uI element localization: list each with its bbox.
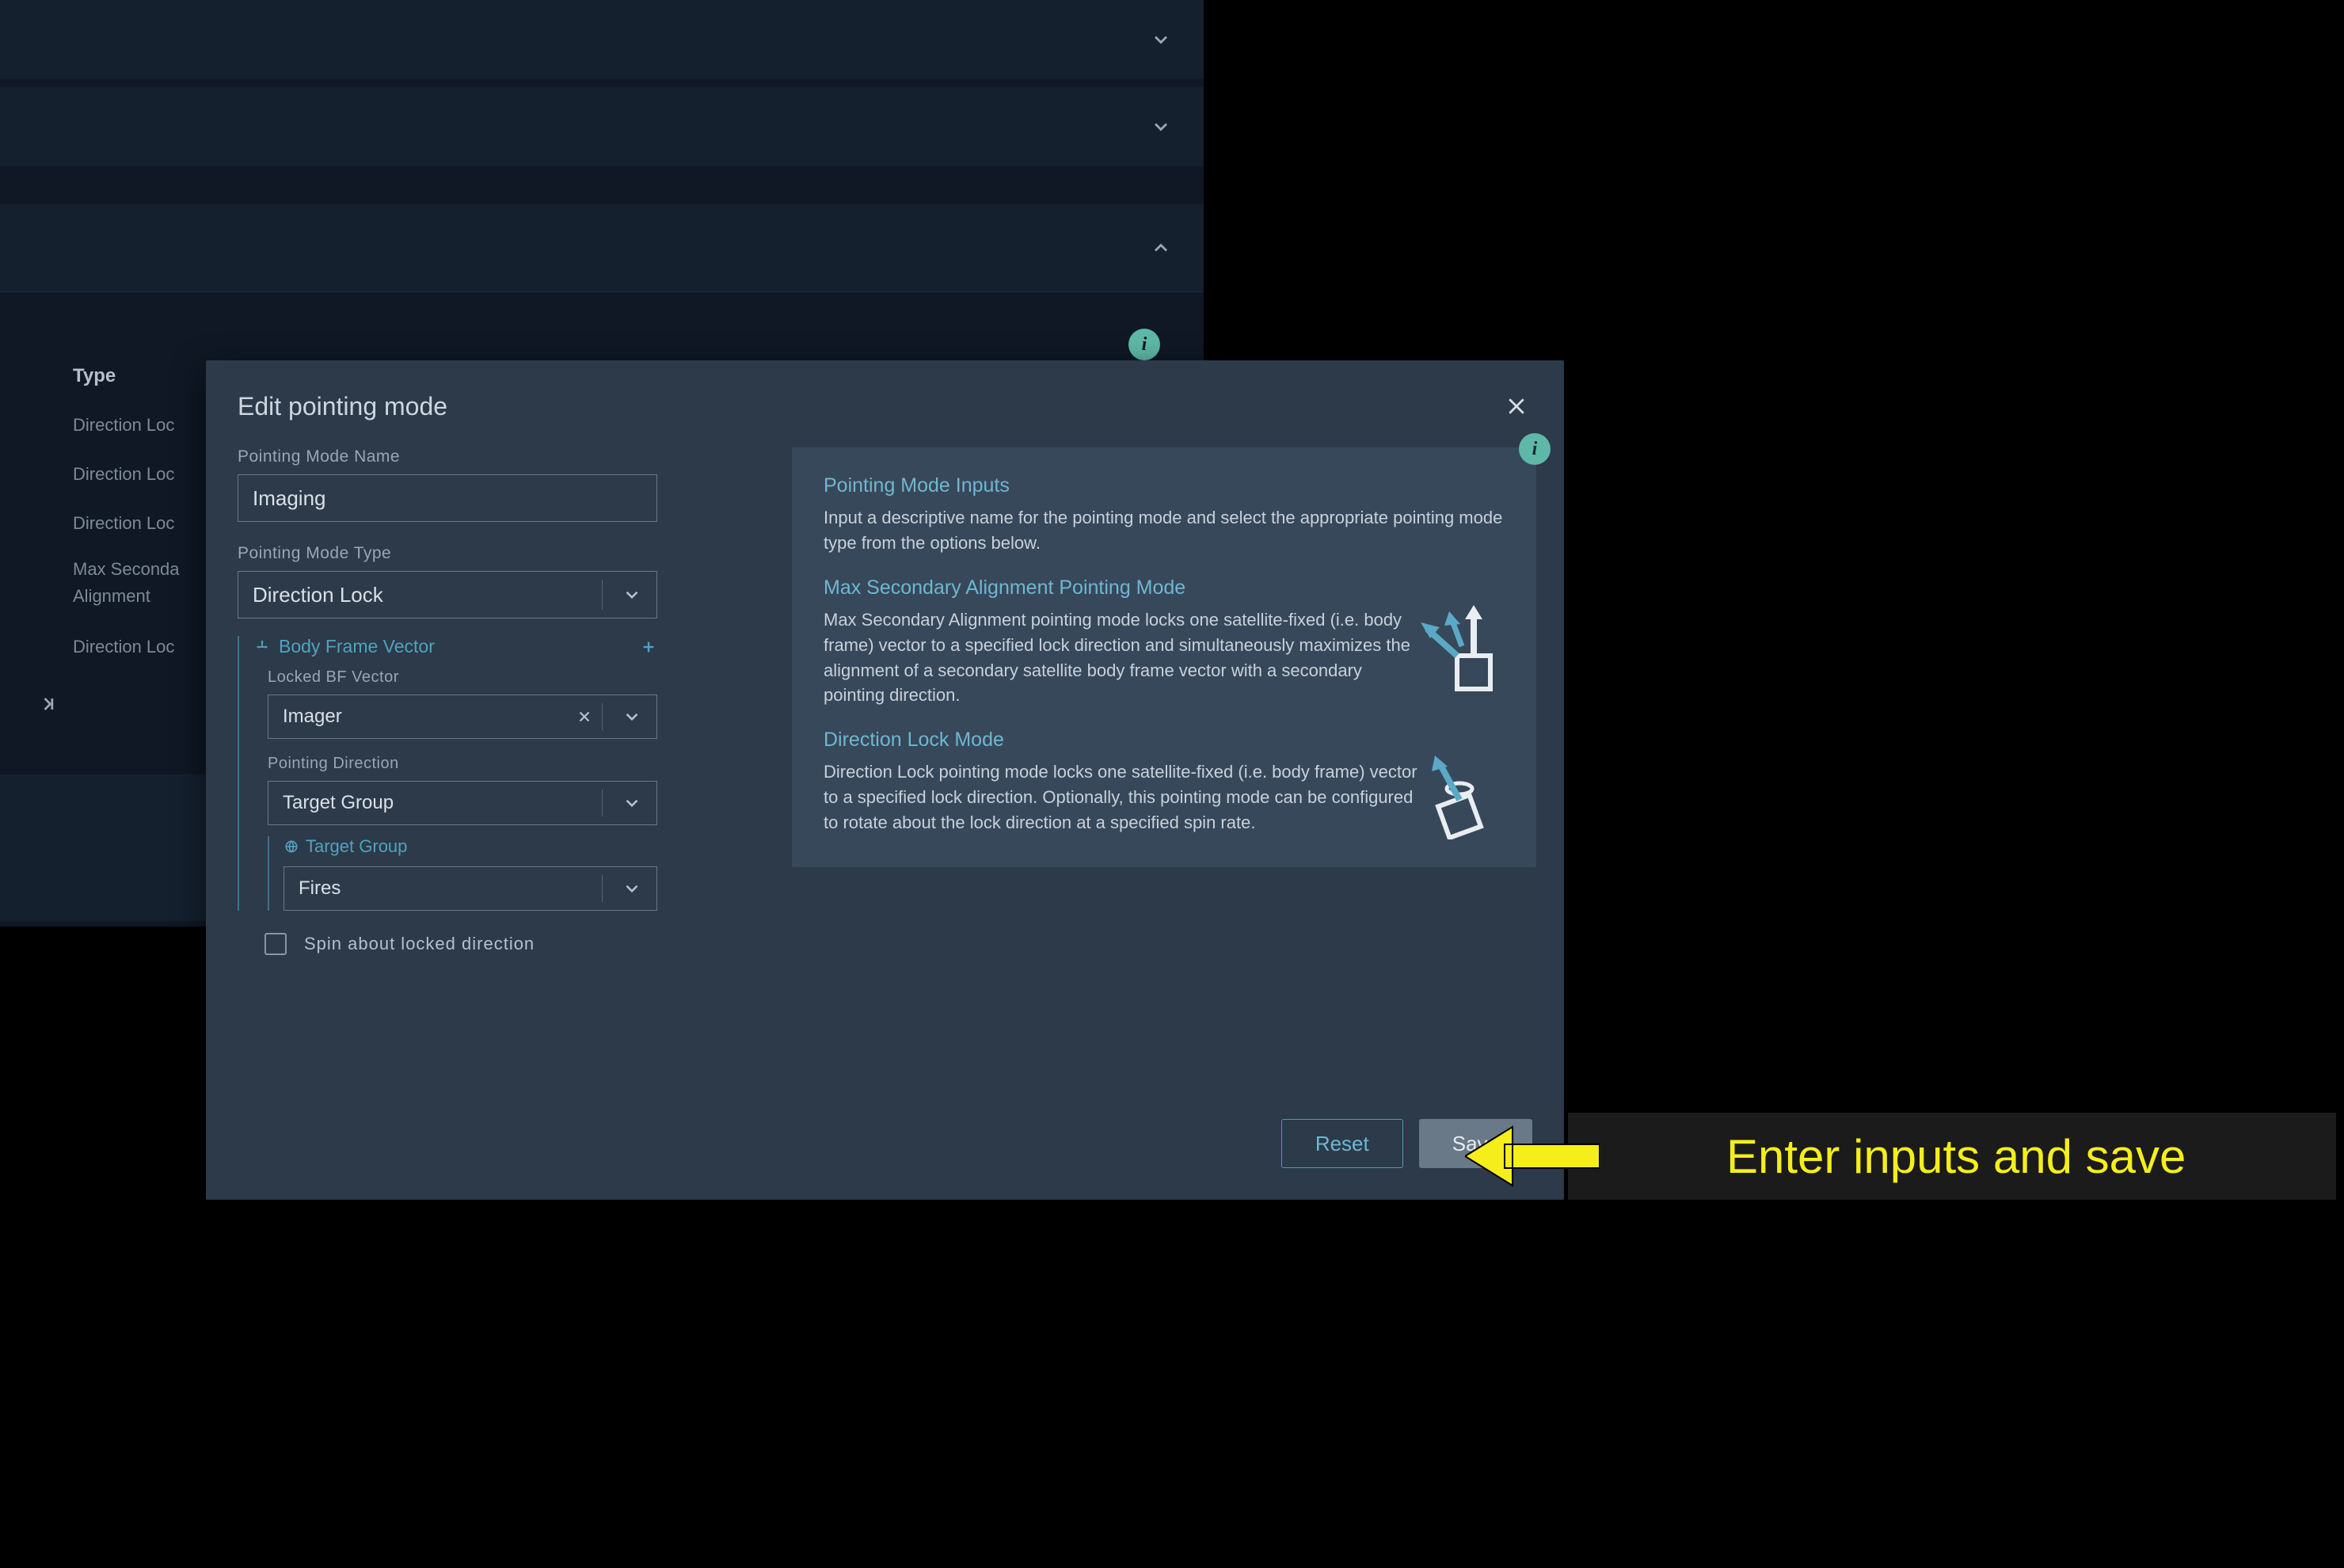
close-icon [1505,394,1528,422]
info-heading: Pointing Mode Inputs [824,474,1505,497]
divider [602,875,603,902]
info-panel: i Pointing Mode Inputs Input a descripti… [792,447,1536,867]
table-row[interactable]: Direction Loc [73,637,174,657]
table-row[interactable]: Max Seconda [73,559,180,580]
select-value: Imager [283,706,342,728]
pointing-mode-name-label: Pointing Mode Name [238,447,657,466]
info-icon[interactable]: i [1519,433,1551,465]
select-value: Target Group [283,792,394,814]
annotation-text: Enter inputs and save [1726,1129,2186,1184]
info-heading: Max Secondary Alignment Pointing Mode [824,577,1425,599]
info-paragraph: Input a descriptive name for the pointin… [824,505,1505,556]
table-row[interactable]: Direction Loc [73,464,174,485]
chevron-down-icon [622,878,642,899]
edit-pointing-mode-dialog: Edit pointing mode Pointing Mode Name Po… [206,360,1564,1200]
spin-checkbox-row: Spin about locked direction [264,933,657,955]
chevron-down-icon [622,584,642,605]
spin-checkbox-label: Spin about locked direction [304,934,535,954]
body-frame-vector-header: Body Frame Vector [253,636,657,657]
vector-icon [253,638,279,656]
direction-lock-illustration-icon [1402,744,1505,839]
bg-collapse-row-1[interactable] [0,0,1204,79]
divider [0,291,1204,292]
body-frame-vector-label: Body Frame Vector [279,636,435,657]
clear-selection-button[interactable] [576,708,593,725]
bg-collapse-row-2[interactable] [0,87,1204,166]
arrow-left-icon [1465,1121,1600,1192]
expand-rail-button[interactable] [0,664,95,744]
target-group-select[interactable]: Fires [283,866,657,911]
annotation-callout: Enter inputs and save [1568,1113,2336,1200]
locked-bf-vector-select[interactable]: Imager [268,695,657,739]
info-heading: Direction Lock Mode [824,729,1425,752]
close-button[interactable] [1501,392,1532,424]
select-value: Fires [299,877,341,900]
target-group-label: Target Group [306,836,407,857]
pointing-direction-label: Pointing Direction [268,755,657,773]
chevron-down-icon [1150,116,1172,138]
table-row[interactable]: Direction Loc [73,513,174,534]
pointing-mode-type-select[interactable]: Direction Lock [238,571,657,618]
reset-button[interactable]: Reset [1281,1119,1403,1168]
info-paragraph: Max Secondary Alignment pointing mode lo… [824,607,1425,709]
chevron-up-icon [1150,237,1172,259]
locked-bf-vector-label: Locked BF Vector [268,668,657,687]
dialog-title: Edit pointing mode [238,392,1532,421]
divider [602,580,603,610]
add-body-frame-vector-button[interactable] [640,638,657,656]
pointing-mode-name-input[interactable] [238,474,657,522]
divider [602,790,603,816]
info-paragraph: Direction Lock pointing mode locks one s… [824,759,1425,835]
chevron-down-icon [622,706,642,727]
bg-expanded-row[interactable] [0,204,1204,291]
pointing-mode-type-label: Pointing Mode Type [238,544,657,563]
max-secondary-alignment-illustration-icon [1402,600,1505,695]
chevron-down-icon [1150,29,1172,51]
form-column: Pointing Mode Name Pointing Mode Type Di… [238,447,657,955]
divider [602,703,603,730]
target-group-header: Target Group [283,836,657,857]
spin-checkbox[interactable] [264,933,287,955]
pointing-direction-select[interactable]: Target Group [268,781,657,825]
info-icon[interactable]: i [1128,329,1160,360]
chevron-down-icon [622,793,642,813]
table-header-type: Type [73,365,116,387]
table-row[interactable]: Direction Loc [73,415,174,436]
select-value: Direction Lock [253,583,383,607]
table-row[interactable]: Alignment [73,586,150,607]
